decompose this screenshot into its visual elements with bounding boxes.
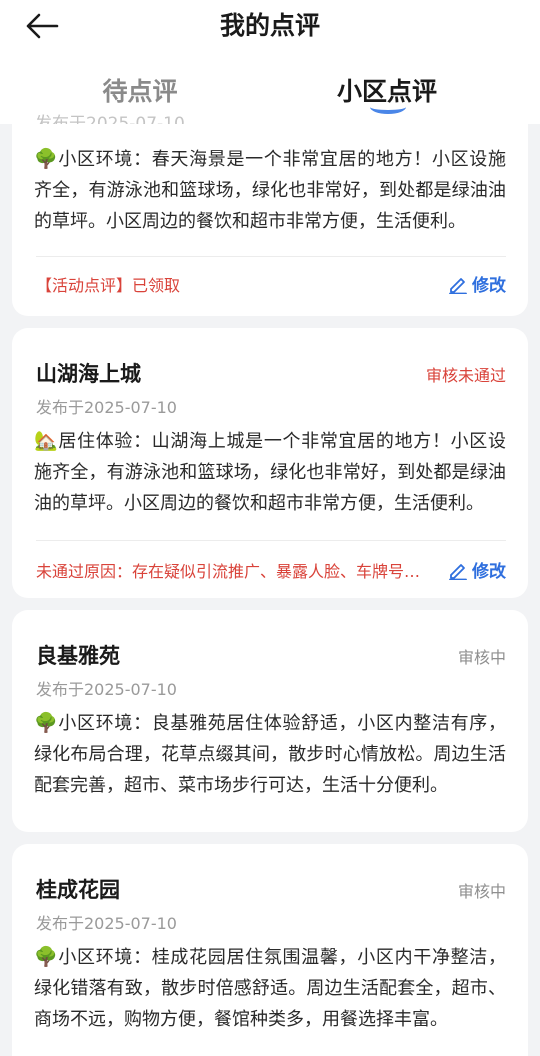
house-icon: 🏡 — [34, 430, 59, 452]
review-content: 🌳小区环境：春天海景是一个非常宜居的地方！小区设施齐全，有游泳池和篮球场，绿化也… — [34, 148, 506, 232]
status-badge: 审核中 — [457, 648, 506, 667]
review-content: 🏡居住体验：山湖海上城是一个非常宜居的地方！小区设施齐全，有游泳池和篮球场，绿化… — [34, 430, 506, 514]
review-card[interactable]: 良基雅苑 审核中 发布于2025-07-10 🌳小区环境：良基雅苑居住体验舒适，… — [12, 610, 528, 832]
publish-date: 发布于2025-07-10 — [36, 398, 177, 417]
edit-button[interactable]: 修改 — [448, 271, 506, 296]
top-header: 我的点评 待点评 小区点评 发布于2025-07-10 — [0, 0, 540, 124]
status-badge: 审核中 — [457, 882, 506, 901]
publish-date: 发布于2025-07-10 — [36, 680, 177, 699]
publish-date: 发布于2025-07-10 — [36, 914, 177, 933]
review-content: 🌳小区环境：桂成花园居住氛围温馨，小区内干净整洁，绿化错落有致，散步时倍感舒适。… — [34, 946, 506, 1030]
review-card[interactable]: 山湖海上城 审核未通过 发布于2025-07-10 🏡居住体验：山湖海上城是一个… — [12, 328, 528, 598]
tree-icon: 🌳 — [34, 148, 59, 170]
tree-icon: 🌳 — [34, 946, 59, 968]
status-badge: 审核未通过 — [425, 366, 506, 385]
active-tab-indicator — [370, 100, 406, 114]
page-title: 我的点评 — [219, 11, 320, 40]
community-name: 良基雅苑 — [36, 644, 120, 668]
edit-pencil-icon — [449, 277, 467, 294]
rejection-reason: 未通过原因：存在疑似引流推广、暴露人脸、车牌号等信息 — [36, 562, 436, 581]
scrolled-date: 发布于2025-07-10 — [35, 114, 185, 124]
edit-pencil-icon — [449, 563, 467, 580]
edit-button[interactable]: 修改 — [448, 557, 506, 582]
tree-icon: 🌳 — [34, 712, 59, 734]
activity-reward-note: 【活动点评】已领取 — [36, 276, 181, 295]
divider — [36, 540, 506, 541]
divider — [36, 256, 506, 257]
community-name: 山湖海上城 — [36, 362, 141, 386]
review-card[interactable]: 🌳小区环境：春天海景是一个非常宜居的地方！小区设施齐全，有游泳池和篮球场，绿化也… — [12, 100, 528, 316]
review-card[interactable]: 桂成花园 审核中 发布于2025-07-10 🌳小区环境：桂成花园居住氛围温馨，… — [12, 844, 528, 1056]
review-content: 🌳小区环境：良基雅苑居住体验舒适，小区内整洁有序，绿化布局合理，花草点缀其间，散… — [34, 712, 506, 796]
community-name: 桂成花园 — [36, 878, 120, 902]
